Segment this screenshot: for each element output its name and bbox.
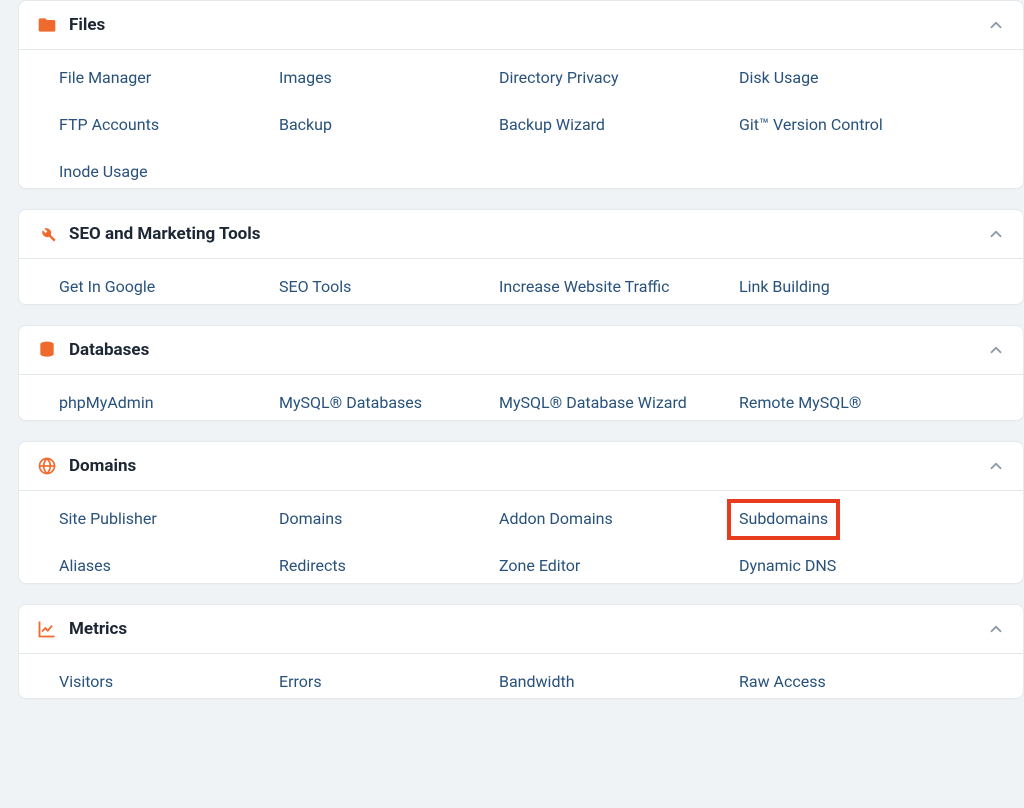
panel-header-domains[interactable]: Domains	[19, 442, 1023, 491]
link-cell: Dynamic DNS	[739, 556, 959, 577]
link-domains-3[interactable]: Subdomains	[727, 499, 840, 540]
panel-body: File Manager Images Directory Privacy Disk …	[19, 50, 1023, 188]
link-cell: Aliases	[59, 556, 259, 577]
link-cell: Zone Editor	[499, 556, 719, 577]
panel-links: phpMyAdmin MySQL® Databases MySQL® Databas…	[37, 393, 1005, 414]
panel-seo: SEO and Marketing Tools Get In Google SEO …	[18, 209, 1024, 305]
link-domains-4[interactable]: Aliases	[59, 556, 111, 575]
panel-title-text: Files	[69, 15, 105, 35]
folder-icon	[37, 15, 57, 35]
link-metrics-1[interactable]: Errors	[279, 672, 322, 691]
panel-title: Files	[37, 15, 105, 35]
link-cell: Addon Domains	[499, 509, 719, 530]
panel-title-text: Metrics	[69, 619, 127, 639]
link-cell: Visitors	[59, 672, 259, 693]
link-databases-3[interactable]: Remote MySQL®	[739, 393, 861, 412]
link-cell: File Manager	[59, 68, 259, 89]
link-files-5[interactable]: Backup	[279, 115, 332, 134]
chevron-up-icon[interactable]	[987, 225, 1005, 243]
panel-databases: Databases phpMyAdmin MySQL® Databases MySQL…	[18, 325, 1024, 421]
link-cell: Images	[279, 68, 479, 89]
chevron-up-icon[interactable]	[987, 16, 1005, 34]
link-cell: FTP Accounts	[59, 115, 259, 136]
chevron-up-icon[interactable]	[987, 620, 1005, 638]
panel-body: Get In Google SEO Tools Increase Website T…	[19, 259, 1023, 304]
panel-title: Databases	[37, 340, 149, 360]
link-files-8[interactable]: Inode Usage	[59, 162, 148, 181]
link-files-6[interactable]: Backup Wizard	[499, 115, 605, 134]
link-seo-0[interactable]: Get In Google	[59, 277, 155, 296]
link-metrics-2[interactable]: Bandwidth	[499, 672, 575, 691]
link-databases-1[interactable]: MySQL® Databases	[279, 393, 422, 412]
link-cell: Increase Website Traffic	[499, 277, 719, 298]
link-cell: Bandwidth	[499, 672, 719, 693]
panel-title: SEO and Marketing Tools	[37, 224, 261, 244]
panel-metrics: Metrics Visitors Errors Bandwidth Raw Access	[18, 604, 1024, 700]
link-domains-1[interactable]: Domains	[279, 509, 342, 528]
panel-body: Visitors Errors Bandwidth Raw Access	[19, 654, 1023, 699]
link-cell: Link Building	[739, 277, 959, 298]
database-icon	[37, 340, 57, 360]
panel-header-files[interactable]: Files	[19, 1, 1023, 50]
panel-title: Domains	[37, 456, 136, 476]
link-cell: Backup Wizard	[499, 115, 719, 136]
panel-links: File Manager Images Directory Privacy Disk …	[37, 68, 1005, 182]
link-cell: Redirects	[279, 556, 479, 577]
panel-links: Site Publisher Domains Addon Domains Subdom…	[37, 509, 1005, 577]
panel-title: Metrics	[37, 619, 127, 639]
link-cell: Git™ Version Control	[739, 115, 959, 136]
link-seo-1[interactable]: SEO Tools	[279, 277, 351, 296]
panel-domains: Domains Site Publisher Domains Addon Domain…	[18, 441, 1024, 584]
globe-icon	[37, 456, 57, 476]
link-cell: Site Publisher	[59, 509, 259, 530]
link-seo-3[interactable]: Link Building	[739, 277, 830, 296]
panel-header-databases[interactable]: Databases	[19, 326, 1023, 375]
link-cell: Remote MySQL®	[739, 393, 959, 414]
link-cell: Subdomains	[739, 509, 959, 530]
link-databases-2[interactable]: MySQL® Database Wizard	[499, 393, 687, 412]
link-files-2[interactable]: Directory Privacy	[499, 68, 619, 87]
link-cell: MySQL® Databases	[279, 393, 479, 414]
link-cell: SEO Tools	[279, 277, 479, 298]
panel-body: Site Publisher Domains Addon Domains Subdom…	[19, 491, 1023, 583]
link-domains-2[interactable]: Addon Domains	[499, 509, 613, 528]
link-domains-6[interactable]: Zone Editor	[499, 556, 580, 575]
panel-body: phpMyAdmin MySQL® Databases MySQL® Databas…	[19, 375, 1023, 420]
panel-title-text: Databases	[69, 340, 149, 360]
link-cell: Raw Access	[739, 672, 959, 693]
tools-icon	[37, 224, 57, 244]
link-cell: phpMyAdmin	[59, 393, 259, 414]
link-cell: Get In Google	[59, 277, 259, 298]
link-cell: Inode Usage	[59, 162, 259, 183]
panel-links: Visitors Errors Bandwidth Raw Access	[37, 672, 1005, 693]
link-domains-5[interactable]: Redirects	[279, 556, 346, 575]
chevron-up-icon[interactable]	[987, 341, 1005, 359]
link-seo-2[interactable]: Increase Website Traffic	[499, 277, 669, 296]
link-files-4[interactable]: FTP Accounts	[59, 115, 159, 134]
link-cell: Errors	[279, 672, 479, 693]
panel-title-text: SEO and Marketing Tools	[69, 224, 261, 244]
link-files-7[interactable]: Git™ Version Control	[739, 115, 883, 134]
link-files-3[interactable]: Disk Usage	[739, 68, 819, 87]
link-domains-0[interactable]: Site Publisher	[59, 509, 157, 528]
panel-header-metrics[interactable]: Metrics	[19, 605, 1023, 654]
link-metrics-3[interactable]: Raw Access	[739, 672, 826, 691]
link-cell: Backup	[279, 115, 479, 136]
panel-header-seo[interactable]: SEO and Marketing Tools	[19, 210, 1023, 259]
link-cell: Directory Privacy	[499, 68, 719, 89]
link-files-0[interactable]: File Manager	[59, 68, 151, 87]
link-files-1[interactable]: Images	[279, 68, 332, 87]
link-databases-0[interactable]: phpMyAdmin	[59, 393, 154, 412]
panel-files: Files File Manager Images Directory Privacy…	[18, 0, 1024, 189]
panel-links: Get In Google SEO Tools Increase Website T…	[37, 277, 1005, 298]
chart-icon	[37, 619, 57, 639]
panel-title-text: Domains	[69, 456, 136, 476]
chevron-up-icon[interactable]	[987, 457, 1005, 475]
link-domains-7[interactable]: Dynamic DNS	[739, 556, 836, 575]
link-cell: MySQL® Database Wizard	[499, 393, 719, 414]
link-cell: Domains	[279, 509, 479, 530]
link-cell: Disk Usage	[739, 68, 959, 89]
link-metrics-0[interactable]: Visitors	[59, 672, 113, 691]
